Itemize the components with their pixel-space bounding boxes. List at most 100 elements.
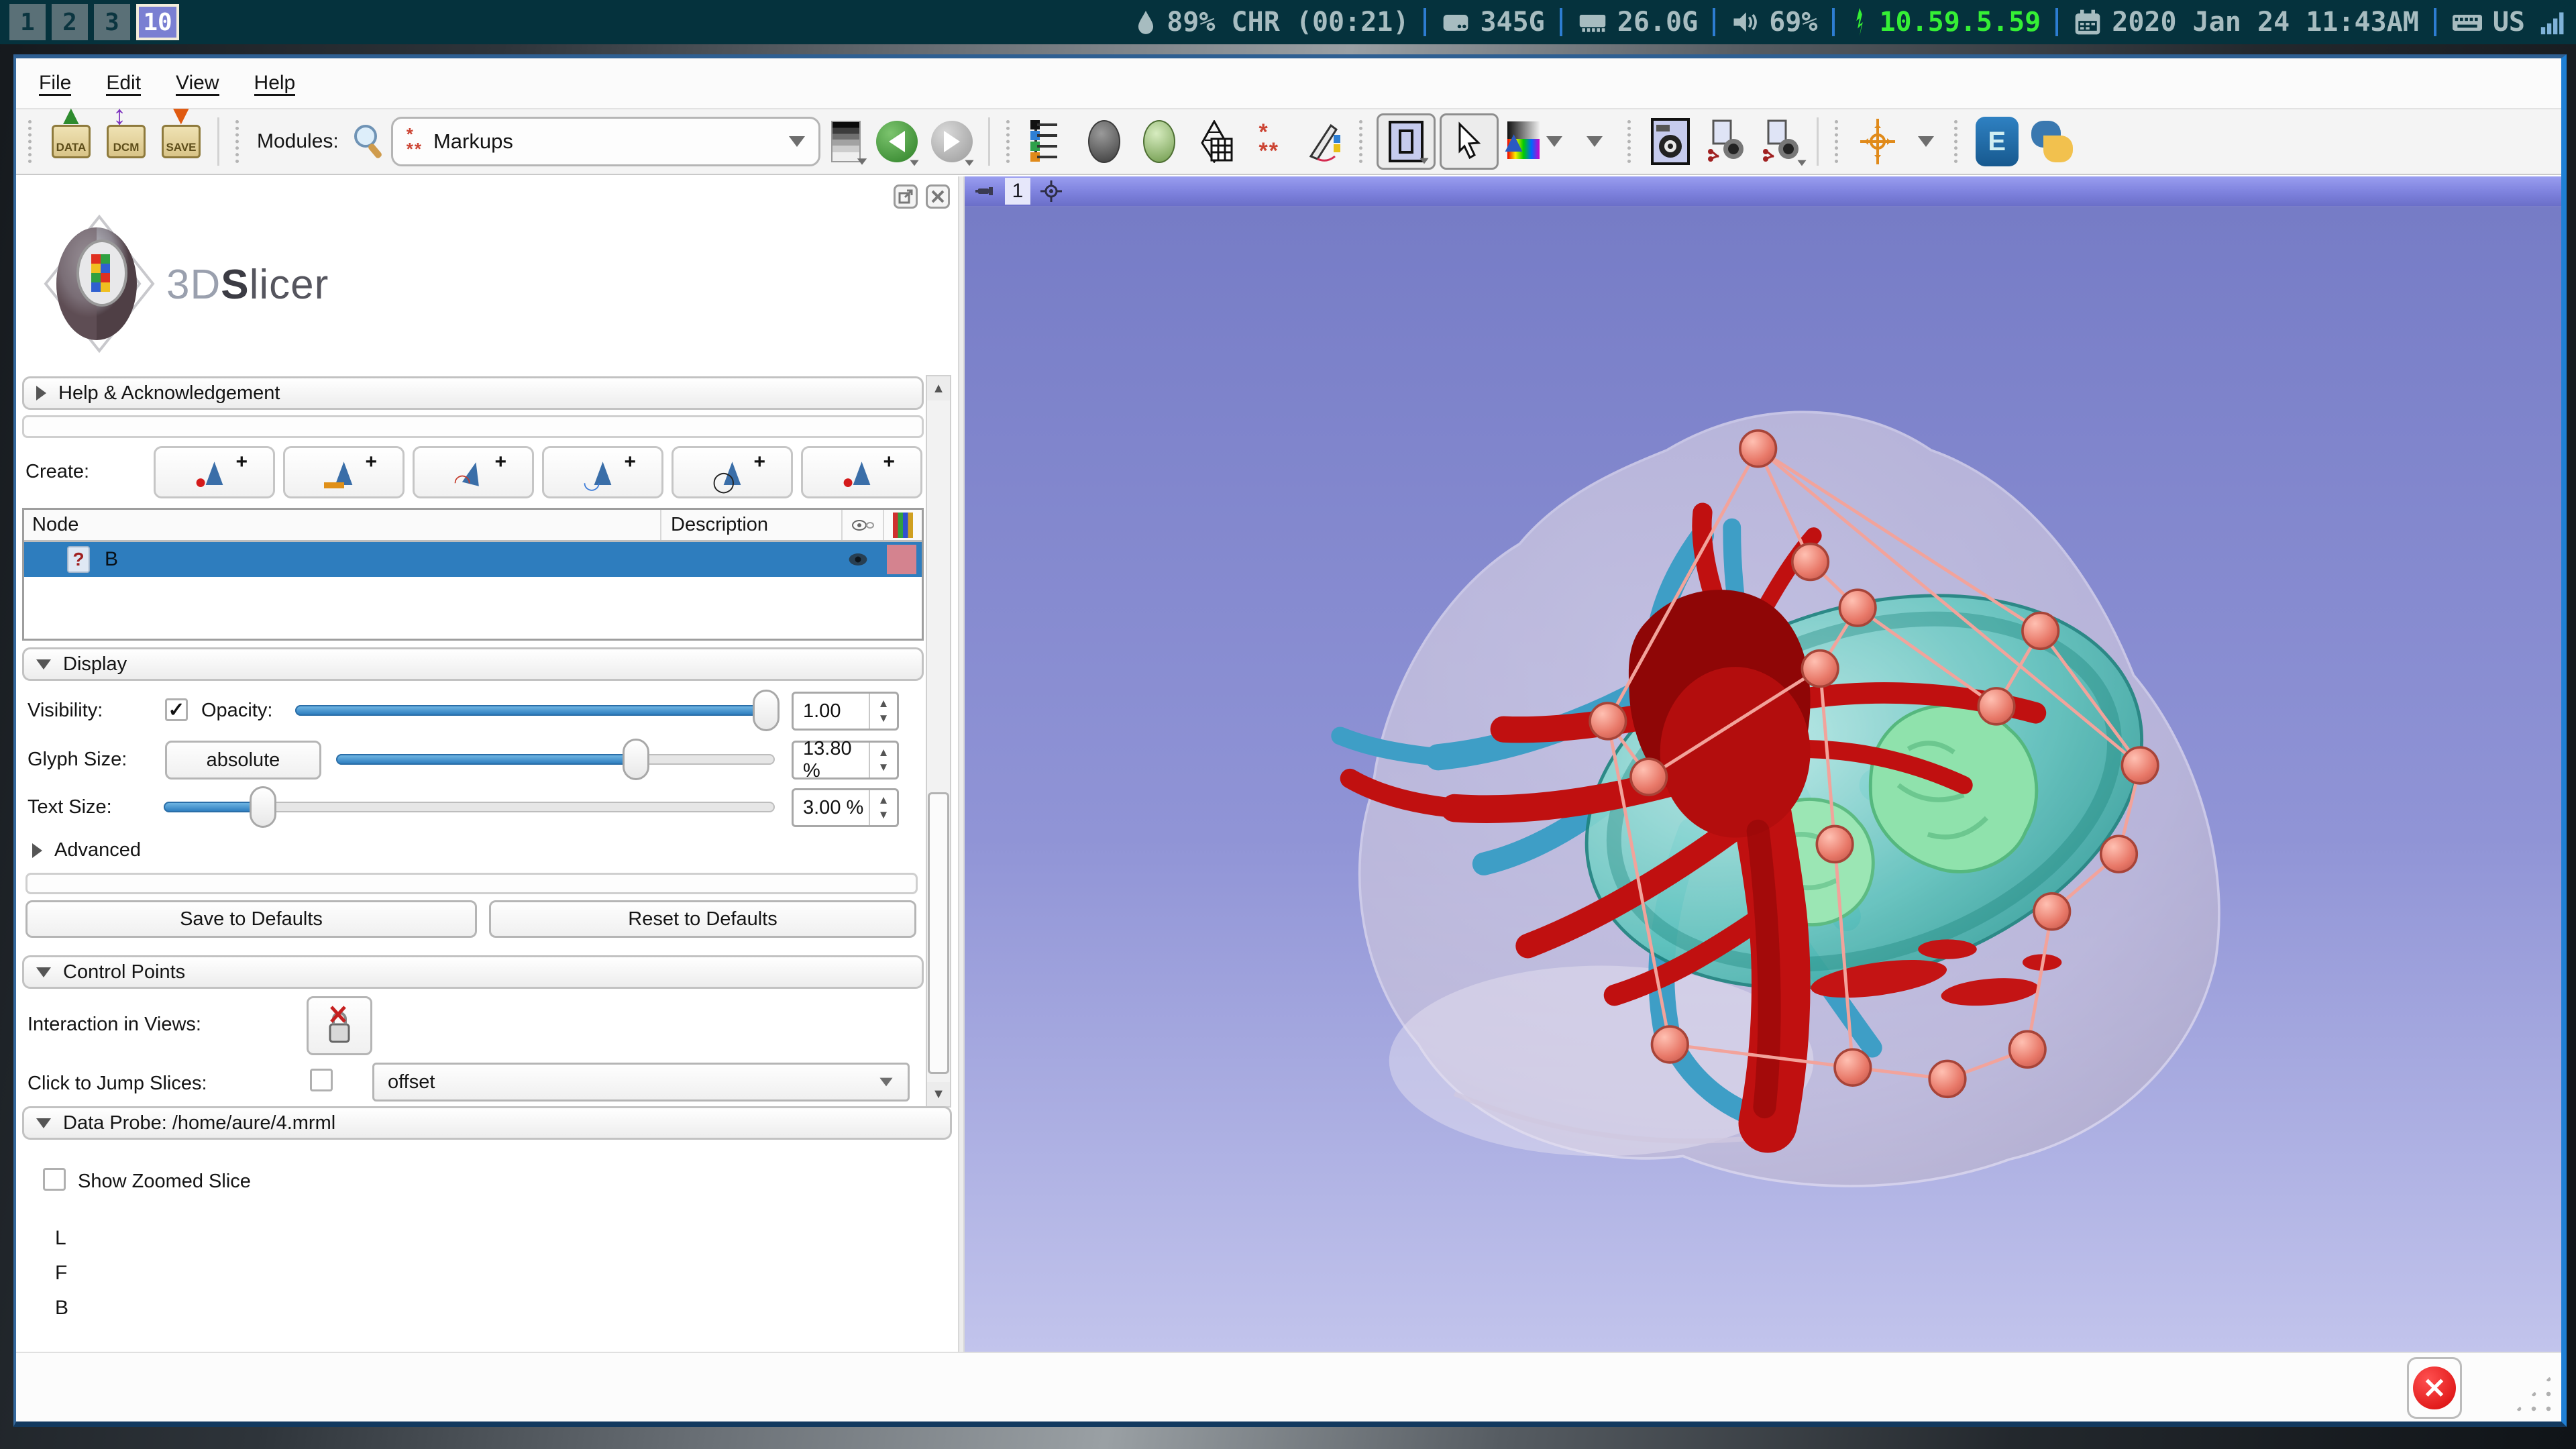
threeD-render-area[interactable] bbox=[965, 207, 2561, 1353]
control-point-5[interactable] bbox=[2023, 612, 2059, 649]
scrollbar-thumb[interactable] bbox=[928, 792, 949, 1074]
create-point-button[interactable]: ▲+● bbox=[154, 446, 275, 498]
description-column-header[interactable]: Description bbox=[661, 510, 843, 540]
workspace-3[interactable]: 3 bbox=[94, 4, 130, 40]
module-history-button[interactable] bbox=[824, 115, 867, 168]
visibility-column-header[interactable] bbox=[843, 510, 884, 540]
mouse-interaction-button[interactable] bbox=[1440, 113, 1499, 170]
jump-mode-combo[interactable]: offset bbox=[372, 1063, 910, 1102]
toolbar-handle[interactable] bbox=[1006, 120, 1014, 163]
markups-toolbar-button[interactable]: * ** bbox=[1244, 115, 1295, 168]
load-dicom-button[interactable]: ↕DCM bbox=[101, 115, 152, 168]
module-back-button[interactable] bbox=[871, 115, 922, 168]
control-point-13[interactable] bbox=[1652, 1026, 1688, 1063]
subject-hierarchy-button[interactable] bbox=[1024, 115, 1075, 168]
toolbar-handle[interactable] bbox=[1627, 120, 1635, 163]
toolbar-handle[interactable] bbox=[1835, 120, 1843, 163]
workspace-2[interactable]: 2 bbox=[52, 4, 88, 40]
undock-panel-button[interactable] bbox=[894, 184, 918, 209]
glyph-size-slider[interactable] bbox=[336, 754, 775, 765]
python-console-button[interactable] bbox=[2027, 115, 2078, 168]
glyph-mode-button[interactable]: absolute bbox=[165, 741, 321, 780]
create-angle-button[interactable]: ▲+◠ bbox=[413, 446, 534, 498]
create-fiducial-button[interactable]: ▲+● bbox=[801, 446, 922, 498]
display-section[interactable]: Display bbox=[22, 647, 924, 681]
control-point-15[interactable] bbox=[1631, 759, 1667, 795]
view-controls-icon[interactable] bbox=[1040, 180, 1063, 203]
create-open-curve-button[interactable]: ▲+◡ bbox=[542, 446, 663, 498]
text-size-spinbox[interactable]: 3.00 % ▲▼ bbox=[792, 788, 899, 827]
node-column-header[interactable]: Node bbox=[24, 510, 661, 540]
node-color-swatch[interactable] bbox=[887, 545, 916, 574]
show-zoomed-slice-checkbox[interactable] bbox=[43, 1168, 66, 1191]
text-size-slider-handle[interactable] bbox=[250, 786, 276, 828]
menu-file[interactable]: File bbox=[39, 72, 71, 95]
interaction-lock-button[interactable] bbox=[307, 996, 372, 1055]
pin-icon[interactable] bbox=[975, 180, 996, 202]
create-line-button[interactable]: ▲+▬ bbox=[283, 446, 405, 498]
control-point-2[interactable] bbox=[1792, 544, 1829, 580]
visibility-checkbox[interactable]: ✓ bbox=[165, 698, 188, 721]
control-point-3[interactable] bbox=[1839, 590, 1876, 626]
click-to-jump-checkbox[interactable] bbox=[310, 1069, 333, 1091]
close-panel-button[interactable] bbox=[926, 184, 950, 209]
viewport-header[interactable]: 1 bbox=[965, 176, 2561, 207]
scene-view-capture-button[interactable] bbox=[1700, 115, 1751, 168]
error-log-button[interactable]: ✕ bbox=[2407, 1357, 2462, 1419]
reset-to-defaults-button[interactable]: Reset to Defaults bbox=[489, 900, 916, 938]
menu-view[interactable]: View bbox=[176, 72, 219, 95]
control-point-4[interactable] bbox=[1802, 651, 1838, 687]
data-module-button[interactable] bbox=[1079, 115, 1130, 168]
toolbar-handle[interactable] bbox=[1954, 120, 1962, 163]
scroll-up-arrow[interactable]: ▲ bbox=[927, 376, 950, 400]
glyph-size-spinbox[interactable]: 13.80 % ▲▼ bbox=[792, 741, 899, 780]
toolbar-handle[interactable] bbox=[235, 120, 244, 163]
menu-help[interactable]: Help bbox=[254, 72, 296, 95]
module-forward-button[interactable] bbox=[926, 115, 977, 168]
module-search-button[interactable] bbox=[350, 115, 387, 168]
control-point-7[interactable] bbox=[2122, 747, 2158, 784]
control-point-1[interactable] bbox=[1740, 431, 1776, 467]
node-row-selected[interactable]: ? B bbox=[24, 542, 922, 577]
panel-splitter[interactable] bbox=[958, 176, 965, 1353]
module-selector-combo[interactable]: * ** Markups bbox=[391, 117, 820, 166]
control-point-12[interactable] bbox=[1835, 1049, 1871, 1085]
resize-grip[interactable] bbox=[2512, 1372, 2555, 1415]
extra-dropdown-button[interactable] bbox=[1571, 115, 1618, 168]
help-acknowledgement-section[interactable]: Help & Acknowledgement bbox=[22, 376, 924, 410]
workspace-1[interactable]: 1 bbox=[9, 4, 46, 40]
control-point-14[interactable] bbox=[1590, 703, 1626, 739]
save-button[interactable]: ▼SAVE bbox=[156, 115, 207, 168]
opacity-slider[interactable] bbox=[295, 705, 775, 716]
data-probe-section[interactable]: Data Probe: /home/aure/4.mrml bbox=[22, 1106, 952, 1140]
control-point-9[interactable] bbox=[2034, 894, 2070, 930]
save-to-defaults-button[interactable]: Save to Defaults bbox=[25, 900, 477, 938]
create-closed-curve-button[interactable]: ▲+◯ bbox=[672, 446, 793, 498]
control-point-11[interactable] bbox=[1929, 1061, 1966, 1097]
panel-scrollbar[interactable]: ▲ ▼ bbox=[926, 375, 951, 1108]
toolbar-handle[interactable] bbox=[1359, 120, 1367, 163]
node-visibility-eye-icon[interactable] bbox=[845, 551, 871, 568]
control-points-section[interactable]: Control Points bbox=[22, 955, 924, 989]
toolbar-handle[interactable] bbox=[28, 120, 36, 163]
advanced-section[interactable]: Advanced bbox=[32, 839, 141, 861]
layout-selector-button[interactable] bbox=[1377, 113, 1436, 170]
extensions-manager-button[interactable]: E bbox=[1972, 115, 2023, 168]
control-point-10[interactable] bbox=[2009, 1031, 2045, 1067]
menu-edit[interactable]: Edit bbox=[106, 72, 141, 95]
volume-module-button[interactable] bbox=[1134, 115, 1185, 168]
workspace-10-active[interactable]: 10 bbox=[136, 4, 179, 40]
control-point-8[interactable] bbox=[2101, 836, 2137, 872]
scene-view-restore-button[interactable] bbox=[1755, 115, 1806, 168]
transforms-button[interactable] bbox=[1299, 115, 1350, 168]
crosshair-button[interactable] bbox=[1852, 115, 1903, 168]
load-data-button[interactable]: ▲DATA bbox=[46, 115, 97, 168]
control-point-16[interactable] bbox=[1817, 826, 1853, 863]
opacity-spinbox[interactable]: 1.00 ▲▼ bbox=[792, 692, 899, 731]
text-size-slider[interactable] bbox=[164, 802, 775, 812]
colors-button[interactable]: ▲ bbox=[1503, 115, 1567, 168]
screen-capture-button[interactable] bbox=[1645, 115, 1696, 168]
crosshair-dropdown-button[interactable] bbox=[1907, 115, 1945, 168]
control-point-6[interactable] bbox=[1978, 688, 2015, 724]
scroll-down-arrow[interactable]: ▼ bbox=[927, 1082, 950, 1106]
